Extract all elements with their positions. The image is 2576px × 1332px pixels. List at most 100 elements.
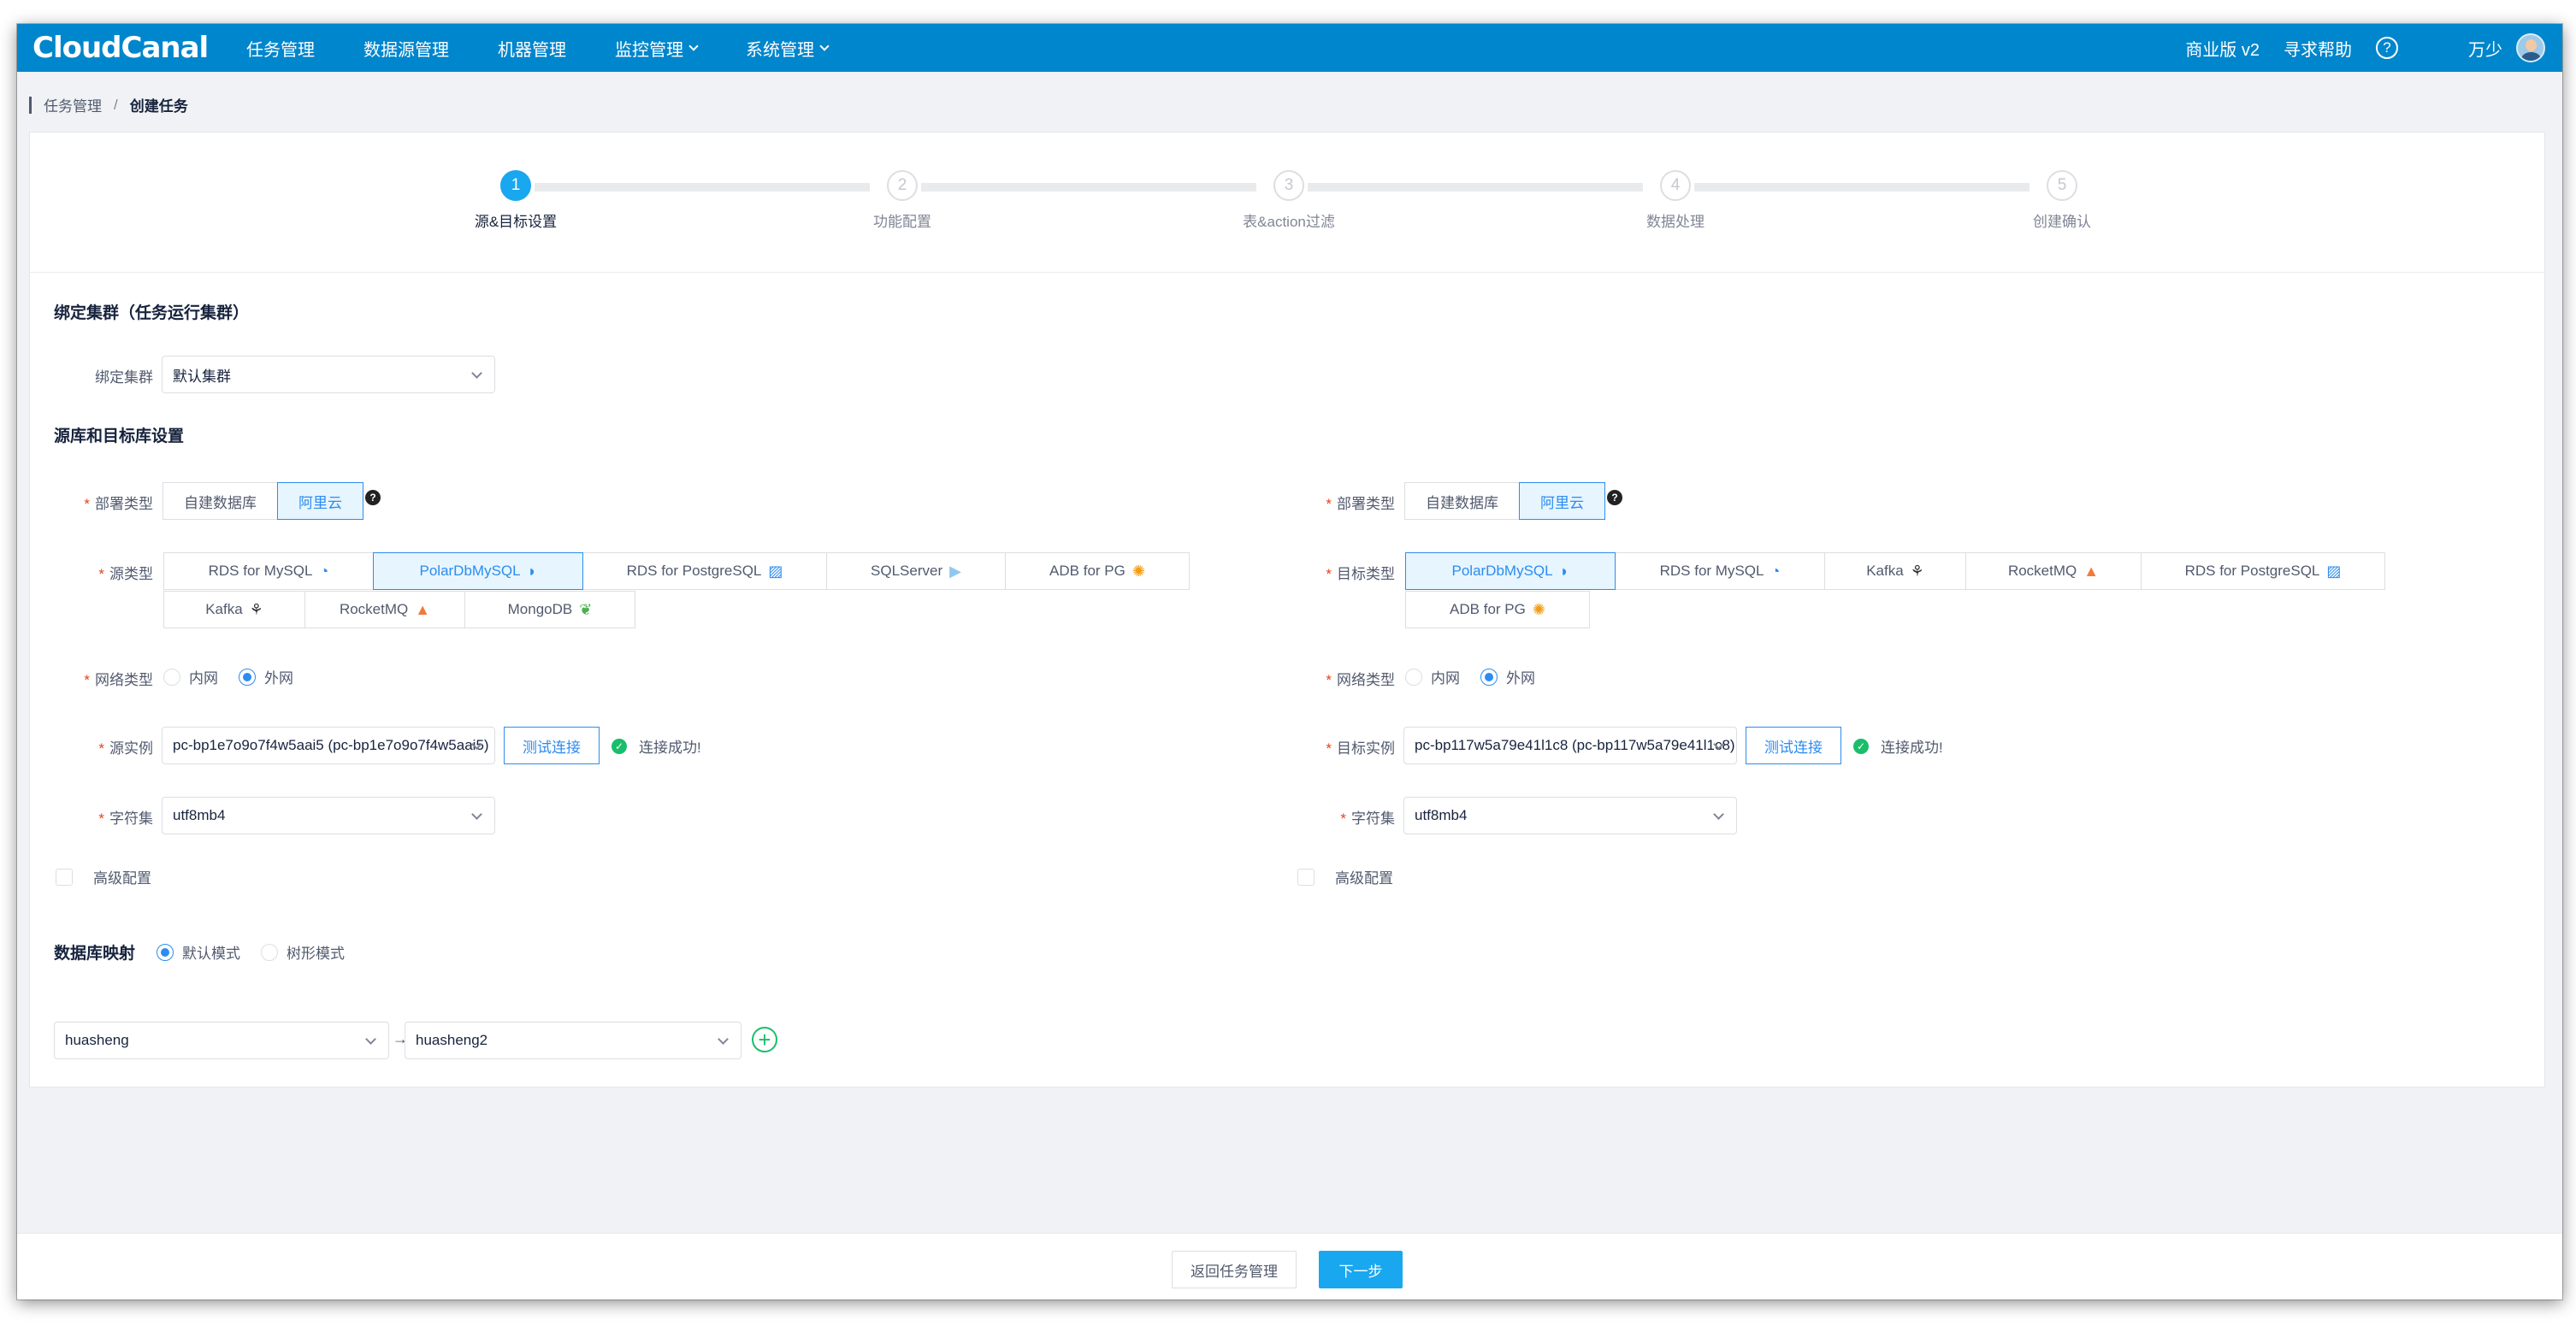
target-type-option[interactable]: ADB for PG ✺ — [1405, 591, 1590, 628]
breadcrumb-parent[interactable]: 任务管理 — [44, 94, 102, 115]
nav-machine-management[interactable]: 机器管理 — [498, 36, 566, 61]
required-mark: * — [1326, 672, 1332, 688]
source-advanced-config[interactable]: 高级配置 — [56, 866, 151, 887]
source-test-connection-button[interactable]: 测试连接 — [504, 727, 600, 764]
step-connector — [1308, 183, 1643, 192]
required-mark: * — [1340, 810, 1346, 827]
source-type-option[interactable]: RDS for PostgreSQL ▨ — [582, 552, 827, 590]
type-label: RDS for PostgreSQL — [626, 563, 762, 579]
type-label: MongoDB — [507, 601, 573, 617]
target-type-option[interactable]: RDS for PostgreSQL ▨ — [2141, 552, 2385, 590]
source-type-option[interactable]: Kafka ⚘ — [163, 591, 305, 628]
target-charset-select[interactable]: utf8mb4 — [1403, 797, 1737, 834]
mapping-tree-mode-radio[interactable] — [261, 943, 278, 961]
source-deploy-self-hosted[interactable]: 自建数据库 — [162, 482, 278, 520]
type-label: PolarDbMySQL — [419, 563, 521, 579]
type-label: RDS for MySQL — [208, 563, 313, 579]
target-network-intranet-radio[interactable] — [1405, 668, 1422, 686]
type-label: Kafka — [1866, 563, 1904, 579]
target-type-label: * 目标类型 — [1306, 562, 1395, 583]
main-nav: 任务管理 数据源管理 机器管理 监控管理 系统管理 — [246, 36, 877, 61]
nav-label: 监控管理 — [615, 40, 683, 60]
source-network-internet-radio[interactable] — [239, 668, 256, 686]
label-text: 网络类型 — [1337, 672, 1395, 688]
chevron-down-icon — [471, 809, 482, 820]
target-deploy-aliyun[interactable]: 阿里云 — [1519, 482, 1605, 520]
question-icon[interactable]: ? — [1607, 490, 1622, 505]
target-deploy-label: * 部署类型 — [1306, 492, 1395, 513]
source-type-option[interactable]: RocketMQ ▲ — [304, 591, 465, 628]
mapping-default-mode-radio[interactable] — [157, 943, 174, 961]
checkbox-label: 高级配置 — [1335, 870, 1393, 887]
step-number: 4 — [1660, 170, 1691, 201]
chevron-down-icon — [718, 1034, 729, 1045]
radio-label: 外网 — [1506, 670, 1535, 687]
source-type-option[interactable]: ADB for PG ✺ — [1005, 552, 1190, 590]
step-title: 源&目标设置 — [474, 214, 558, 230]
step-number: 5 — [2047, 170, 2077, 201]
target-advanced-config[interactable]: 高级配置 — [1297, 866, 1393, 887]
db-type-icon: ▨ — [2326, 563, 2342, 580]
question-circle-icon[interactable]: ? — [2376, 37, 2398, 59]
source-type-option[interactable]: SQLServer ▶ — [826, 552, 1006, 590]
mapping-target-db-select[interactable]: huasheng2 — [405, 1022, 741, 1059]
avatar[interactable] — [2516, 33, 2545, 62]
next-step-button[interactable]: 下一步 — [1319, 1251, 1403, 1288]
target-instance-select[interactable]: pc-bp117w5a79e41l1c8 (pc-bp117w5a79e41l1… — [1403, 727, 1737, 764]
target-type-option[interactable]: PolarDbMySQL ◗ — [1405, 552, 1616, 590]
target-type-option[interactable]: Kafka ⚘ — [1824, 552, 1966, 590]
nav-task-management[interactable]: 任务管理 — [246, 36, 315, 61]
radio-label: 外网 — [264, 670, 293, 687]
step-title: 功能配置 — [873, 214, 931, 230]
edition-link[interactable]: 商业版 v2 — [2185, 36, 2260, 61]
source-deploy-aliyun[interactable]: 阿里云 — [277, 482, 363, 520]
source-charset-select[interactable]: utf8mb4 — [162, 797, 495, 834]
target-deploy-self-hosted[interactable]: 自建数据库 — [1404, 482, 1520, 520]
breadcrumb-separator: / — [114, 96, 118, 113]
nav-monitor-management[interactable]: 监控管理 — [615, 36, 699, 61]
question-icon[interactable]: ? — [365, 490, 381, 505]
type-label: ADB for PG — [1450, 601, 1526, 617]
mapping-source-db-select[interactable]: huasheng — [54, 1022, 389, 1059]
check-circle-icon: ✓ — [1853, 738, 1869, 754]
source-connect-status: ✓ 连接成功! — [612, 735, 701, 757]
user-name[interactable]: 万少 — [2468, 36, 2502, 61]
source-type-option[interactable]: MongoDB ❦ — [464, 591, 635, 628]
chevron-down-icon — [365, 1034, 376, 1045]
step-connector — [921, 183, 1256, 192]
create-task-card: 1 源&目标设置 2 功能配置 3 表&action过滤 4 数据处理 5 创建… — [29, 132, 2545, 1087]
target-advanced-checkbox[interactable] — [1297, 868, 1315, 886]
target-type-option[interactable]: RocketMQ ▲ — [1965, 552, 2142, 590]
step-number: 1 — [500, 170, 531, 201]
app-logo[interactable]: CloudCanal — [32, 31, 246, 65]
help-link[interactable]: 寻求帮助 — [2284, 36, 2352, 61]
required-mark: * — [1326, 740, 1332, 757]
target-network-internet-radio[interactable] — [1480, 668, 1498, 686]
app-window: CloudCanal 任务管理 数据源管理 机器管理 监控管理 系统管理 商业版… — [17, 24, 2562, 1300]
step-title: 表&action过滤 — [1243, 214, 1335, 230]
source-network-intranet-radio[interactable] — [163, 668, 180, 686]
nav-label: 机器管理 — [498, 40, 566, 60]
target-deploy-group: 自建数据库 阿里云 — [1404, 482, 1605, 520]
nav-datasource-management[interactable]: 数据源管理 — [363, 36, 449, 61]
target-test-connection-button[interactable]: 测试连接 — [1746, 727, 1841, 764]
source-advanced-checkbox[interactable] — [56, 868, 73, 886]
source-type-option[interactable]: RDS for MySQL ◔ — [163, 552, 374, 590]
mapping-source-db-value: huasheng — [65, 1032, 129, 1048]
check-circle-icon: ✓ — [612, 738, 627, 754]
label-text: 字符集 — [109, 810, 153, 827]
target-connect-status: ✓ 连接成功! — [1853, 735, 1943, 757]
source-type-option[interactable]: PolarDbMySQL ◗ — [373, 552, 583, 590]
target-type-option[interactable]: RDS for MySQL ◔ — [1615, 552, 1825, 590]
target-instance-value: pc-bp117w5a79e41l1c8 (pc-bp117w5a79e41l1… — [1415, 737, 1735, 753]
source-instance-select[interactable]: pc-bp1e7o9o7f4w5aai5 (pc-bp1e7o9o7f4w5aa… — [162, 727, 495, 764]
mapping-mode-radios: 默认模式 树形模式 — [157, 941, 365, 963]
target-instance-label: * 目标实例 — [1306, 736, 1395, 757]
step-connector — [1694, 183, 2029, 192]
add-circle-icon[interactable]: + — [752, 1027, 777, 1052]
back-to-tasks-button[interactable]: 返回任务管理 — [1172, 1251, 1297, 1288]
status-text: 连接成功! — [1881, 740, 1943, 756]
cluster-select[interactable]: 默认集群 — [162, 356, 495, 393]
nav-system-management[interactable]: 系统管理 — [746, 36, 830, 61]
db-type-icon: ▲ — [2083, 563, 2100, 580]
